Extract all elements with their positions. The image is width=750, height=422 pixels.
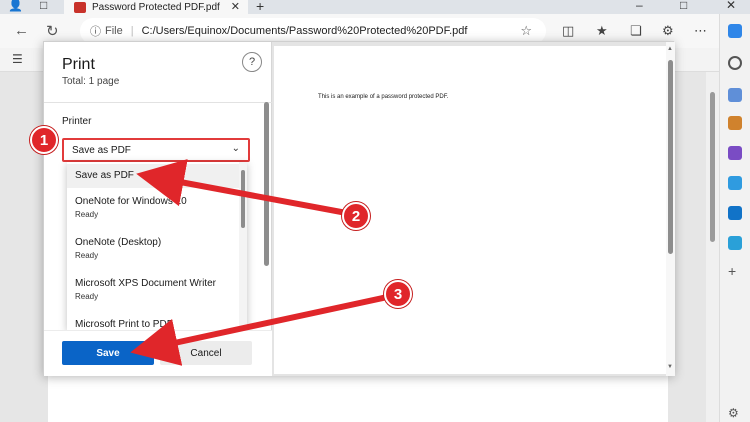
close-window-icon[interactable]: ✕ bbox=[726, 0, 736, 12]
divider bbox=[44, 102, 272, 103]
printer-option-name: OneNote (Desktop) bbox=[75, 237, 162, 248]
preview-page: This is an example of a password protect… bbox=[274, 46, 666, 374]
info-icon[interactable]: ⓘ bbox=[90, 23, 101, 39]
step-badge-2: 2 bbox=[342, 202, 370, 230]
address-separator: | bbox=[130, 25, 134, 37]
address-prefix: File bbox=[105, 25, 123, 37]
add-icon[interactable]: + bbox=[728, 264, 742, 278]
send-icon[interactable] bbox=[728, 236, 742, 250]
viewer-scroll-thumb[interactable] bbox=[710, 92, 715, 242]
printer-label: Printer bbox=[62, 116, 92, 127]
preview-scrollbar[interactable]: ▲ ▼ bbox=[666, 42, 675, 376]
tab-actions-icon[interactable]: □ bbox=[40, 0, 47, 12]
more-options-icon[interactable]: ⋯ bbox=[694, 23, 707, 39]
preview-text: This is an example of a password protect… bbox=[318, 94, 449, 100]
printer-option-status: Ready bbox=[75, 210, 99, 219]
printer-option[interactable]: OneNote (Desktop) Ready bbox=[67, 237, 239, 260]
printer-option[interactable]: Microsoft XPS Document Writer Ready bbox=[67, 278, 239, 301]
games-icon[interactable] bbox=[728, 146, 742, 160]
pdf-file-icon bbox=[74, 1, 86, 13]
printer-option[interactable]: OneNote for Windows 10 Ready bbox=[67, 196, 239, 219]
printer-option-name: Save as PDF bbox=[75, 170, 134, 181]
collections-icon[interactable]: ❏ bbox=[630, 23, 642, 39]
back-icon[interactable]: ← bbox=[14, 22, 29, 39]
shopping-tag-icon[interactable] bbox=[728, 88, 742, 102]
page-total: Total: 1 page bbox=[62, 76, 120, 87]
search-icon[interactable] bbox=[728, 56, 742, 70]
printer-select[interactable]: Save as PDF ⌄ bbox=[62, 138, 250, 162]
print-settings-pane: Print Total: 1 page ? Printer Save as PD… bbox=[44, 42, 272, 376]
address-url: C:/Users/Equinox/Documents/Password%20Pr… bbox=[141, 25, 468, 37]
refresh-icon[interactable]: ↻ bbox=[46, 22, 59, 40]
edge-sidebar: + ⚙ bbox=[719, 14, 750, 422]
settings-scroll-thumb[interactable] bbox=[264, 102, 269, 266]
preview-scroll-thumb[interactable] bbox=[668, 60, 673, 254]
settings-scrollbar[interactable] bbox=[263, 102, 271, 282]
printer-option-name: Microsoft XPS Document Writer bbox=[75, 278, 216, 289]
extensions-icon[interactable]: ⚙ bbox=[662, 23, 674, 39]
new-tab-icon[interactable]: + bbox=[256, 0, 264, 14]
dialog-footer: Save Cancel bbox=[44, 330, 272, 376]
copilot-icon[interactable] bbox=[728, 24, 742, 38]
printer-option-status: Ready bbox=[75, 251, 99, 260]
cancel-button[interactable]: Cancel bbox=[160, 341, 252, 365]
printer-option[interactable]: Microsoft Print to PDF bbox=[67, 319, 239, 330]
viewer-scrollbar[interactable] bbox=[706, 72, 719, 422]
outlook-icon[interactable] bbox=[728, 206, 742, 220]
save-button[interactable]: Save bbox=[62, 341, 154, 365]
chevron-down-icon: ⌄ bbox=[231, 143, 240, 154]
profile-icon[interactable]: 👤 bbox=[8, 0, 23, 12]
step-badge-3: 3 bbox=[384, 280, 412, 308]
menu-scrollbar[interactable] bbox=[239, 162, 247, 330]
printer-option[interactable]: Save as PDF bbox=[67, 164, 239, 188]
printer-dropdown-menu: Save as PDF OneNote for Windows 10 Ready… bbox=[67, 162, 247, 330]
step-badge-1: 1 bbox=[30, 126, 58, 154]
printer-select-value: Save as PDF bbox=[72, 144, 131, 156]
maximize-icon[interactable]: □ bbox=[680, 0, 687, 12]
tab-pdf[interactable]: Password Protected PDF.pdf ✕ bbox=[64, 0, 248, 14]
favorite-star-icon[interactable]: ☆ bbox=[520, 23, 532, 39]
m365-icon[interactable] bbox=[728, 176, 742, 190]
printer-option-name: OneNote for Windows 10 bbox=[75, 196, 187, 207]
help-icon[interactable]: ? bbox=[242, 52, 262, 72]
tab-title: Password Protected PDF.pdf bbox=[92, 1, 220, 13]
tools-icon[interactable] bbox=[728, 116, 742, 130]
dialog-title: Print bbox=[62, 56, 95, 73]
tab-strip: 👤 □ Password Protected PDF.pdf ✕ + – □ ✕ bbox=[0, 0, 750, 14]
favorites-icon[interactable]: ★ bbox=[596, 23, 608, 39]
printer-option-name: Microsoft Print to PDF bbox=[75, 319, 173, 330]
scroll-down-icon[interactable]: ▼ bbox=[667, 364, 673, 370]
split-screen-icon[interactable]: ◫ bbox=[562, 23, 574, 39]
table-of-contents-icon[interactable]: ☰ bbox=[12, 52, 23, 66]
scroll-up-icon[interactable]: ▲ bbox=[667, 46, 673, 52]
minimize-icon[interactable]: – bbox=[636, 0, 643, 12]
close-tab-icon[interactable]: ✕ bbox=[231, 0, 240, 13]
menu-scroll-thumb[interactable] bbox=[241, 170, 245, 228]
settings-gear-icon[interactable]: ⚙ bbox=[728, 406, 742, 420]
printer-option-status: Ready bbox=[75, 292, 99, 301]
print-preview: This is an example of a password protect… bbox=[272, 42, 675, 376]
